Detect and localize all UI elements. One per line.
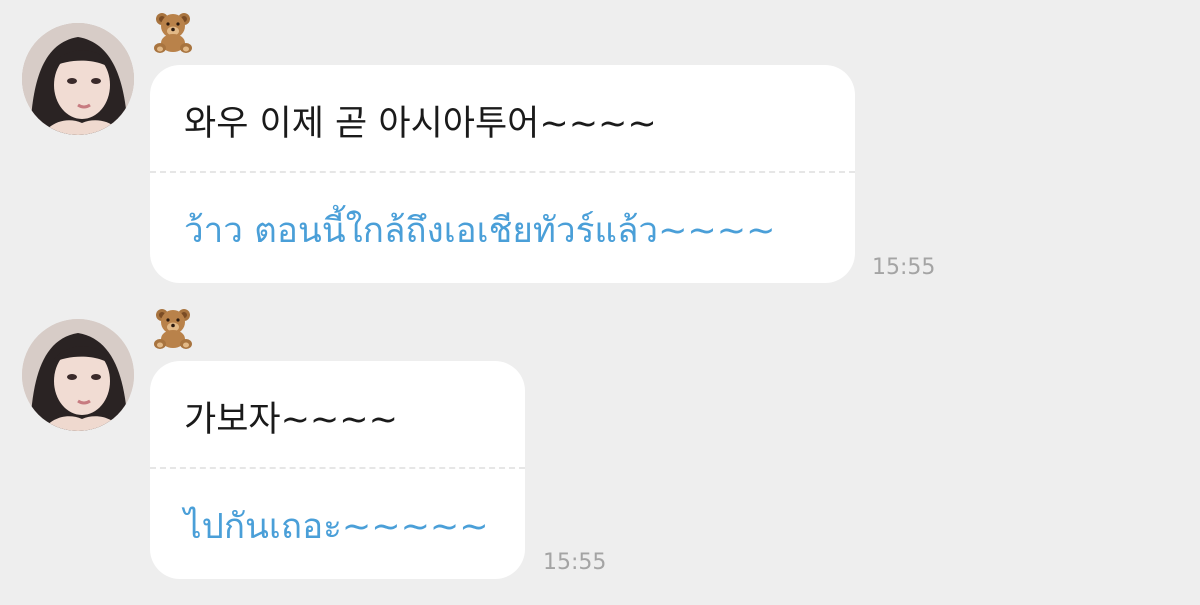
- teddy-bear-icon: [150, 306, 198, 350]
- avatar-image: [22, 23, 134, 135]
- teddy-bear-icon: [150, 10, 198, 54]
- message-group-1: 와우 이제 곧 아시아투어~~~~ ว้าว ตอนนี้ใกล้ถึงเอเช…: [0, 0, 1200, 300]
- translation-divider: [150, 171, 855, 173]
- message-timestamp: 15:55: [872, 255, 936, 280]
- message-bubble[interactable]: 와우 이제 곧 아시아투어~~~~ ว้าว ตอนนี้ใกล้ถึงเอเช…: [150, 65, 855, 283]
- message-group-2: 가보자~~~~ ไปกันเถอะ~~~~~ 15:55: [0, 296, 1200, 596]
- message-translation-text: ไปกันเถอะ~~~~~: [184, 507, 489, 547]
- avatar-image: [22, 319, 134, 431]
- translation-divider: [150, 467, 525, 469]
- avatar[interactable]: [22, 23, 134, 135]
- message-translation-text: ว้าว ตอนนี้ใกล้ถึงเอเชียทัวร์แล้ว~~~~: [184, 211, 776, 251]
- avatar[interactable]: [22, 319, 134, 431]
- message-timestamp: 15:55: [543, 550, 607, 575]
- message-original-text: 가보자~~~~: [184, 400, 398, 440]
- message-original-text: 와우 이제 곧 아시아투어~~~~: [184, 104, 657, 144]
- message-bubble[interactable]: 가보자~~~~ ไปกันเถอะ~~~~~: [150, 361, 525, 579]
